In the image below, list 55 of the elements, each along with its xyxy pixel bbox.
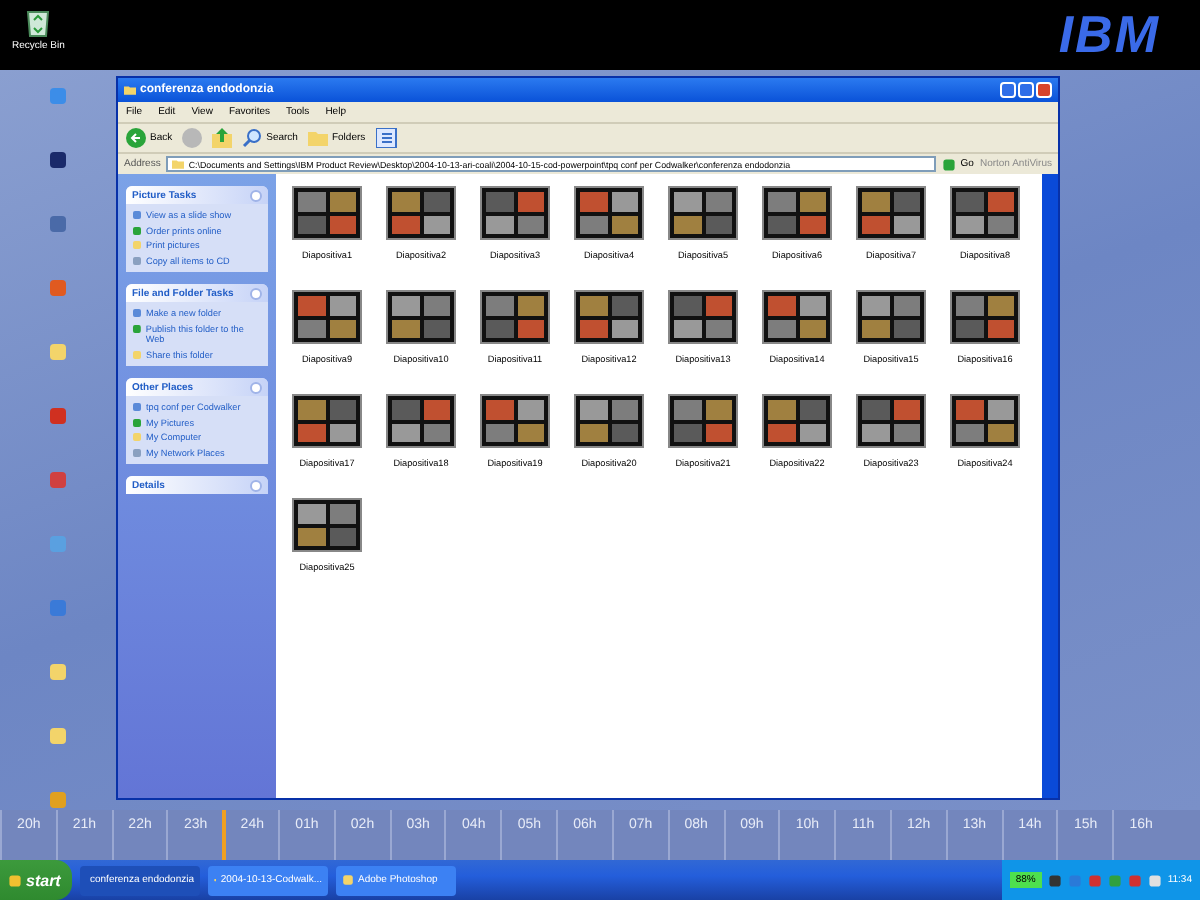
slide-thumbnail[interactable] bbox=[386, 186, 456, 240]
slide-thumbnail[interactable] bbox=[762, 394, 832, 448]
slide-thumbnail[interactable] bbox=[480, 186, 550, 240]
slide-thumbnail[interactable] bbox=[574, 290, 644, 344]
slide-thumbnail[interactable] bbox=[574, 186, 644, 240]
slide-thumbnail[interactable] bbox=[292, 394, 362, 448]
desktop-shortcut-icon bbox=[46, 214, 70, 234]
slide-thumbnail[interactable] bbox=[762, 290, 832, 344]
desktop-shortcut-icon bbox=[46, 470, 70, 490]
back-arrow-icon bbox=[126, 128, 146, 148]
desktop-shortcut-icon bbox=[46, 406, 70, 426]
desktop-shortcut-icon bbox=[46, 598, 70, 618]
desktop-shortcut-icon bbox=[46, 86, 70, 106]
slide-thumbnail[interactable] bbox=[292, 186, 362, 240]
views-icon bbox=[375, 128, 400, 148]
desktop-shortcut-icon bbox=[46, 662, 70, 682]
slide-thumbnail[interactable] bbox=[668, 186, 738, 240]
slide-thumbnail[interactable] bbox=[292, 290, 362, 344]
desktop-shortcut-icon bbox=[46, 150, 70, 170]
slide-thumbnail[interactable] bbox=[950, 186, 1020, 240]
task-icon bbox=[132, 349, 142, 359]
slide-thumbnail[interactable] bbox=[668, 290, 738, 344]
slide-thumbnail[interactable] bbox=[668, 394, 738, 448]
up-folder-icon bbox=[212, 128, 233, 148]
folder-icon bbox=[124, 84, 136, 96]
desktop-shortcut-icon bbox=[46, 342, 70, 362]
slide-thumbnail[interactable] bbox=[292, 498, 362, 552]
minimize-button[interactable] bbox=[1000, 82, 1016, 98]
folder-icon bbox=[172, 158, 185, 170]
desktop-shortcut-icon bbox=[46, 534, 70, 554]
windows-flag-icon bbox=[8, 873, 22, 887]
logo: IBM bbox=[1058, 6, 1160, 62]
desktop-shortcut-icon bbox=[46, 726, 70, 746]
task-icon bbox=[342, 874, 354, 886]
toolbar-button[interactable] bbox=[212, 128, 233, 148]
desktop-shortcut-icon bbox=[46, 278, 70, 298]
slide-thumbnail[interactable] bbox=[480, 394, 550, 448]
close-button[interactable] bbox=[1036, 82, 1052, 98]
slide-thumbnail[interactable] bbox=[856, 394, 926, 448]
start-button[interactable]: start bbox=[0, 860, 72, 900]
maximize-button[interactable] bbox=[1018, 82, 1034, 98]
search-icon bbox=[242, 128, 263, 148]
toolbar-button[interactable] bbox=[375, 128, 400, 148]
slide-thumbnail[interactable] bbox=[950, 394, 1020, 448]
slide-thumbnail[interactable] bbox=[856, 290, 926, 344]
folders-icon bbox=[307, 128, 328, 148]
slide-thumbnail[interactable] bbox=[950, 290, 1020, 344]
slide-thumbnail[interactable] bbox=[386, 394, 456, 448]
slide-thumbnail[interactable] bbox=[762, 186, 832, 240]
desktop-shortcut-icon bbox=[46, 790, 70, 810]
slide-thumbnail[interactable] bbox=[386, 290, 456, 344]
slide-thumbnail[interactable] bbox=[856, 186, 926, 240]
slide-thumbnail[interactable] bbox=[574, 394, 644, 448]
slide-thumbnail[interactable] bbox=[480, 290, 550, 344]
recycle-bin-icon[interactable] bbox=[24, 6, 53, 38]
